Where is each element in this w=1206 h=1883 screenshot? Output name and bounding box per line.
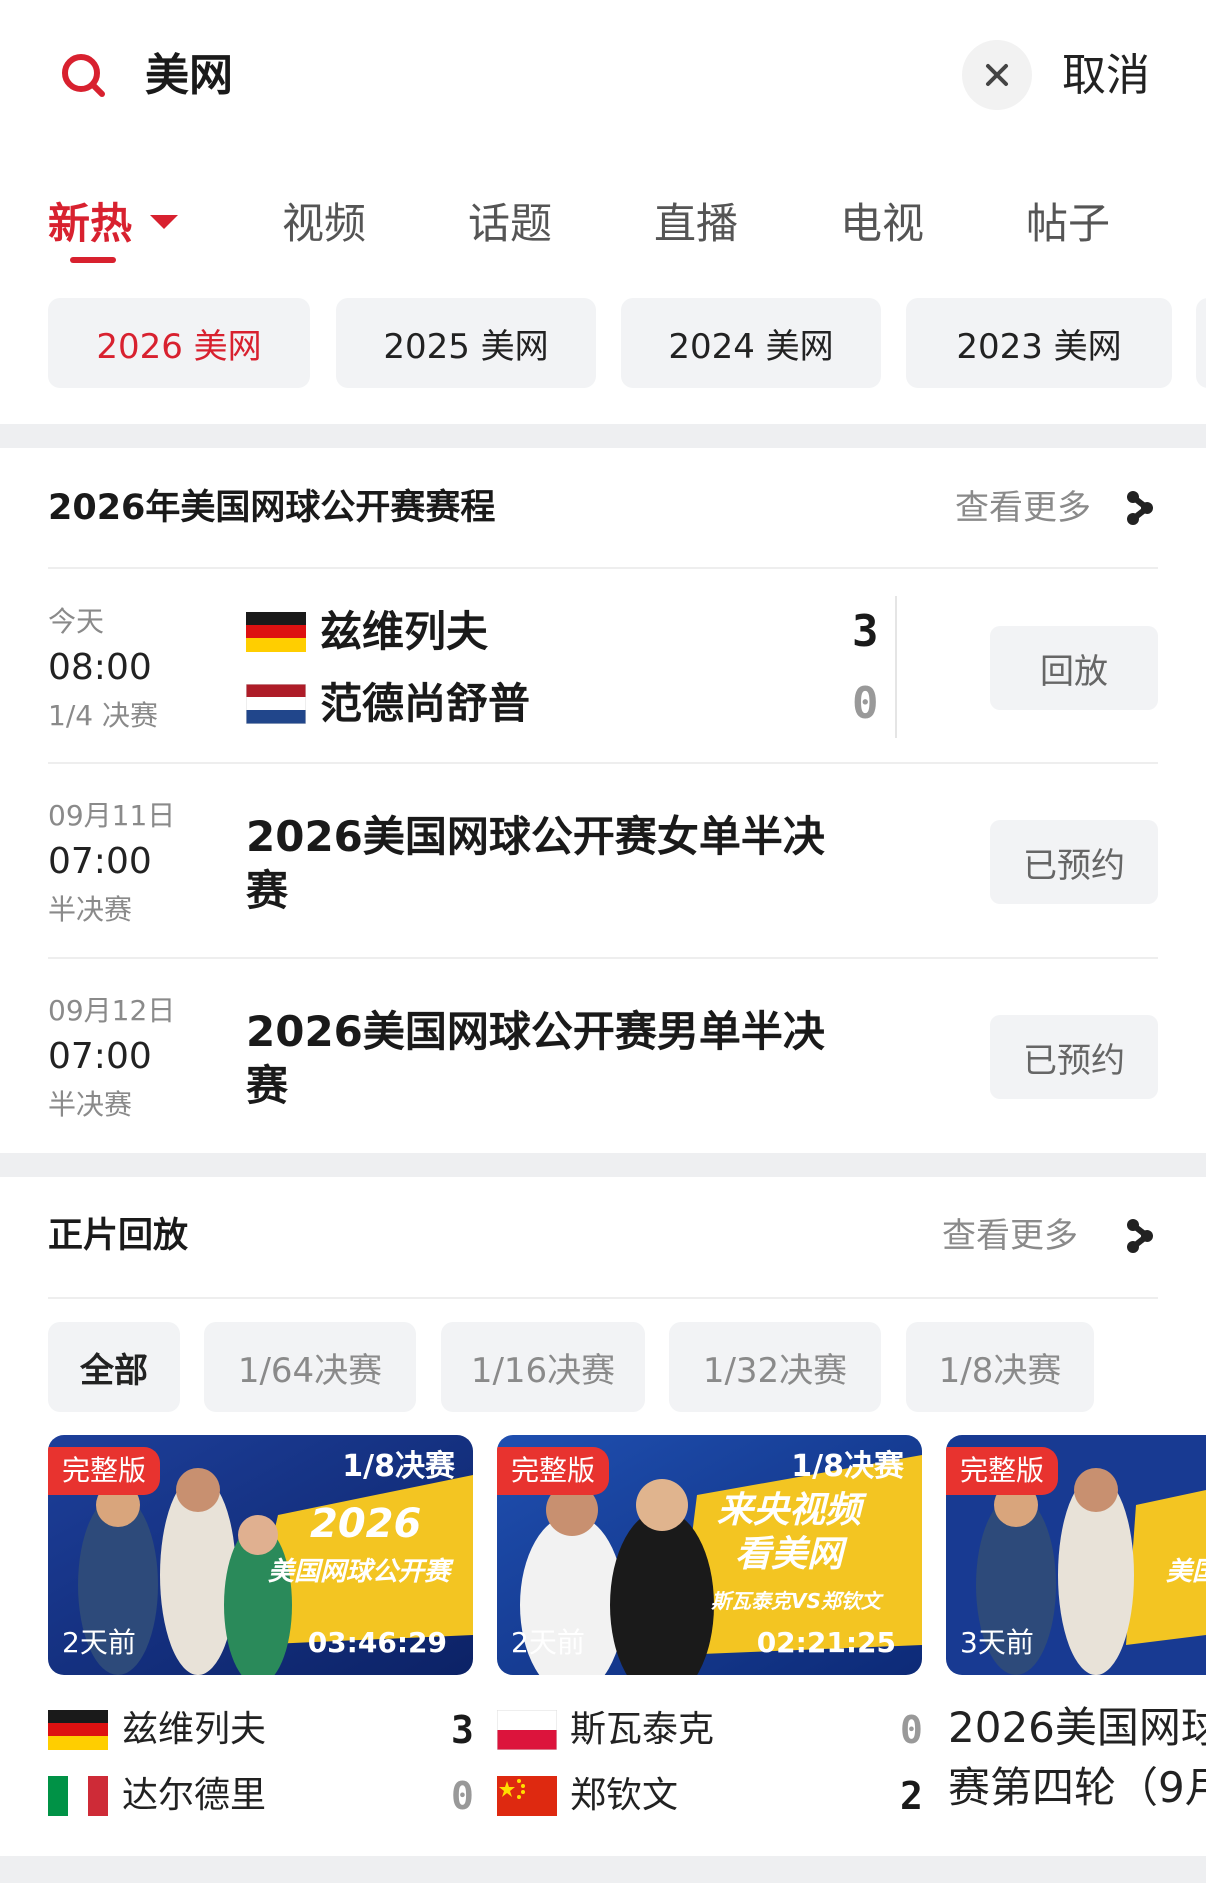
schedule-title: 2026年美国网球公开赛赛程 xyxy=(48,488,496,528)
posted-ago: 2天前 xyxy=(62,1626,136,1659)
overlay-title: 美国 xyxy=(1166,1557,1206,1587)
posted-ago: 2天前 xyxy=(511,1626,585,1659)
replay-button[interactable]: 回放 xyxy=(990,626,1158,710)
close-icon xyxy=(986,64,1008,86)
chip-2026[interactable]: 2026 美网 xyxy=(48,298,310,388)
tab-hot[interactable]: 新热 xyxy=(48,196,132,252)
event-title[interactable]: 2026美国网球公开赛男单半决赛 xyxy=(246,1005,866,1113)
full-version-badge: 完整版 xyxy=(48,1447,161,1495)
tab-video[interactable]: 视频 xyxy=(282,196,366,252)
replays-title: 正片回放 xyxy=(48,1216,189,1256)
video-duration: 03:46:29 xyxy=(307,1626,447,1659)
filter-r8[interactable]: 1/8决赛 xyxy=(906,1322,1094,1412)
divider xyxy=(48,762,1158,764)
player-score: 3 xyxy=(852,606,879,657)
tab-topic[interactable]: 话题 xyxy=(468,196,552,252)
chip-more[interactable] xyxy=(1196,298,1206,388)
italy-flag-icon xyxy=(48,1776,108,1816)
match-date: 09月11日 xyxy=(48,799,176,832)
player-score: 0 xyxy=(451,1774,474,1818)
netherlands-flag-icon xyxy=(246,684,306,724)
posted-ago: 3天前 xyxy=(960,1626,1034,1659)
video-title[interactable]: 赛第四轮（9月 xyxy=(948,1758,1206,1818)
overlay-matchup: 斯瓦泰克VS郑钦文 xyxy=(711,1589,881,1613)
match-round: 半决赛 xyxy=(48,893,133,926)
match-date: 09月12日 xyxy=(48,994,176,1027)
germany-flag-icon xyxy=(48,1710,108,1750)
search-input[interactable]: 美网 xyxy=(145,46,233,106)
player-score: 0 xyxy=(900,1708,923,1752)
video-duration: 02:21:25 xyxy=(756,1626,896,1659)
match-round: 1/4 决赛 xyxy=(48,699,158,732)
video-title[interactable]: 2026美国网球公开 xyxy=(948,1698,1206,1758)
chevron-down-icon xyxy=(150,215,178,229)
more-arrow-icon[interactable] xyxy=(1126,490,1154,526)
video-thumbnail[interactable]: 完整版 美国 3天前 xyxy=(946,1435,1206,1675)
cancel-button[interactable]: 取消 xyxy=(1062,46,1150,106)
player-name: 范德尚舒普 xyxy=(320,679,531,728)
poland-flag-icon xyxy=(497,1710,557,1750)
filter-r64[interactable]: 1/64决赛 xyxy=(204,1322,416,1412)
section-divider xyxy=(0,1153,1206,1177)
reserved-button[interactable]: 已预约 xyxy=(990,1015,1158,1099)
china-flag-icon xyxy=(497,1776,557,1816)
more-arrow-icon[interactable] xyxy=(1126,1218,1154,1254)
player-score: 3 xyxy=(451,1708,474,1752)
divider xyxy=(48,957,1158,959)
chip-2023[interactable]: 2023 美网 xyxy=(906,298,1172,388)
divider xyxy=(48,567,1158,569)
match-date: 今天 xyxy=(48,605,105,638)
player-score: 0 xyxy=(852,678,879,729)
match-time: 08:00 xyxy=(48,647,152,688)
match-time: 07:00 xyxy=(48,841,152,882)
tab-active-indicator xyxy=(70,257,116,263)
score-divider xyxy=(895,596,897,738)
match-round: 半决赛 xyxy=(48,1088,133,1121)
event-title[interactable]: 2026美国网球公开赛女单半决赛 xyxy=(246,810,866,918)
player-name: 兹维列夫 xyxy=(122,1709,267,1750)
player-score: 2 xyxy=(900,1774,923,1818)
video-thumbnail[interactable]: 完整版 1/8决赛 2026 美国网球公开赛 2天前 03:46:29 xyxy=(48,1435,473,1675)
schedule-more-link[interactable]: 查看更多 xyxy=(955,484,1091,532)
section-divider xyxy=(0,424,1206,448)
filter-r16[interactable]: 1/16决赛 xyxy=(441,1322,645,1412)
tab-live[interactable]: 直播 xyxy=(654,196,738,252)
overlay-subtitle: 看美网 xyxy=(735,1534,844,1575)
video-title-clip: 2026美国网球公开 赛第四轮（9月 xyxy=(948,1698,1206,1828)
full-version-badge: 完整版 xyxy=(497,1447,610,1495)
search-icon xyxy=(62,54,105,97)
player-name: 郑钦文 xyxy=(570,1775,679,1816)
section-divider xyxy=(0,1856,1206,1883)
reserved-button[interactable]: 已预约 xyxy=(990,820,1158,904)
video-thumbnail[interactable]: 完整版 1/8决赛 来央视频 看美网 斯瓦泰克VS郑钦文 2天前 02:21:2… xyxy=(497,1435,922,1675)
player-name: 斯瓦泰克 xyxy=(570,1709,715,1750)
tab-posts[interactable]: 帖子 xyxy=(1026,196,1110,252)
player-name: 达尔德里 xyxy=(122,1775,267,1816)
round-label: 1/8决赛 xyxy=(342,1449,455,1484)
germany-flag-icon xyxy=(246,612,306,652)
full-version-badge: 完整版 xyxy=(946,1447,1059,1495)
replays-more-link[interactable]: 查看更多 xyxy=(942,1212,1078,1260)
filter-all[interactable]: 全部 xyxy=(48,1322,180,1412)
player-name: 兹维列夫 xyxy=(320,607,489,656)
filter-r32[interactable]: 1/32决赛 xyxy=(669,1322,881,1412)
divider xyxy=(48,1297,1158,1299)
match-time: 07:00 xyxy=(48,1036,152,1077)
clear-search-button[interactable] xyxy=(962,40,1032,110)
overlay-year: 2026 xyxy=(310,1501,422,1547)
tab-tv[interactable]: 电视 xyxy=(840,196,924,252)
overlay-title: 美国网球公开赛 xyxy=(268,1557,451,1587)
chip-2025[interactable]: 2025 美网 xyxy=(336,298,596,388)
chip-2024[interactable]: 2024 美网 xyxy=(621,298,881,388)
